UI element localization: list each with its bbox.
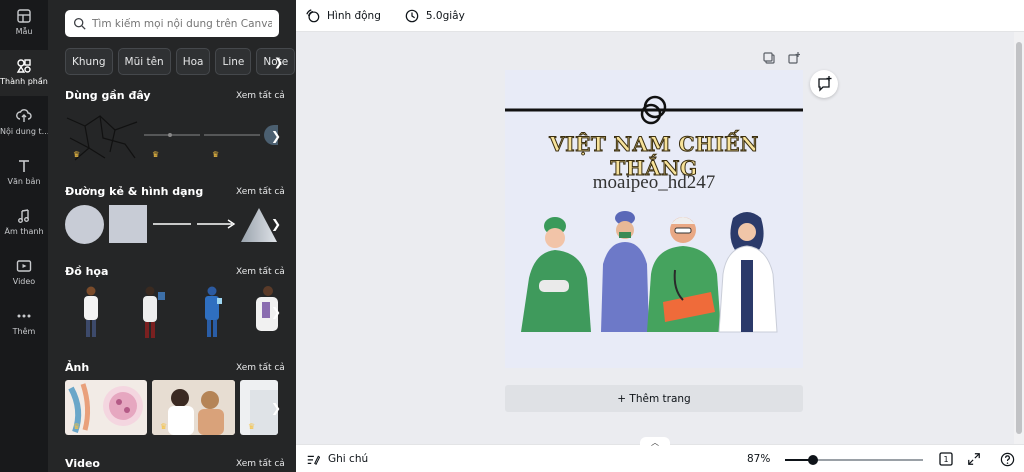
chevron-right-icon[interactable]: ❯: [268, 304, 284, 320]
zoom-slider-knob[interactable]: [807, 455, 818, 465]
duration-label: 5.0giây: [425, 9, 465, 22]
editor-toolbar: Hình động 5.0giây: [296, 0, 1024, 32]
rail-label-text: Văn bản: [7, 177, 41, 186]
crown-icon: ♛: [212, 150, 220, 159]
search-input[interactable]: [92, 17, 272, 30]
help-icon[interactable]: [999, 451, 1015, 467]
chip-flowers[interactable]: Hoa: [175, 48, 211, 75]
chevron-up-icon[interactable]: ︿: [640, 437, 670, 447]
crown-icon: ♛: [73, 150, 81, 159]
medical-team-illustration[interactable]: [515, 208, 793, 336]
graphic-nurse[interactable]: [196, 284, 228, 340]
chevron-right-icon[interactable]: ❯: [268, 128, 284, 144]
animate-button[interactable]: Hình động: [306, 8, 381, 23]
upload-icon: [16, 109, 32, 122]
add-page-button[interactable]: + Thêm trang: [505, 385, 803, 412]
rail-item-templates[interactable]: Mẫu: [0, 0, 48, 46]
rail-label-templates: Mẫu: [15, 27, 33, 36]
notes-label: Ghi chú: [328, 453, 369, 465]
section-title-video: Video: [65, 457, 100, 470]
notes-icon: [307, 455, 320, 466]
duplicate-page-icon[interactable]: [763, 52, 775, 67]
clock-icon: [405, 9, 419, 22]
category-chips: Khung Mũi tên Hoa Line Note: [65, 48, 296, 75]
chevron-right-icon[interactable]: ❯: [268, 400, 284, 416]
graphic-doctor-1[interactable]: [75, 284, 107, 340]
text-icon: [19, 160, 29, 172]
animate-icon: [306, 8, 320, 22]
crown-icon: ♛: [73, 422, 81, 431]
crown-icon: ♛: [152, 150, 160, 159]
more-icon: [17, 314, 31, 318]
section-title-recent: Dùng gần đây: [65, 89, 151, 102]
chip-arrows[interactable]: Mũi tên: [117, 48, 171, 75]
shape-circle[interactable]: [65, 205, 104, 244]
chip-frames[interactable]: Khung: [65, 48, 113, 75]
search-icon: [73, 17, 86, 30]
see-all-video[interactable]: Xem tất cả: [236, 459, 285, 469]
see-all-photos[interactable]: Xem tất cả: [236, 363, 285, 373]
chip-line[interactable]: Line: [215, 48, 252, 75]
zoom-percent[interactable]: 87%: [747, 453, 770, 465]
rail-label-uploads: Nội dung t...: [0, 127, 48, 136]
graphic-doctor-2[interactable]: [136, 284, 168, 340]
comment-plus-icon: [818, 76, 832, 92]
crown-icon: ♛: [160, 422, 168, 431]
shape-square[interactable]: [109, 205, 147, 243]
rail-label-elements: Thành phần: [0, 77, 48, 86]
video-icon: [16, 260, 32, 272]
left-rail: Mẫu Thành phần Nội dung t... Văn bản Âm …: [0, 0, 48, 472]
section-title-photos: Ảnh: [65, 361, 90, 374]
banner-line-decoration: [505, 95, 803, 125]
notes-button[interactable]: Ghi chú: [306, 452, 368, 466]
elements-panel: Khung Mũi tên Hoa Line Note ❯ Dùng gần đ…: [48, 0, 296, 472]
status-bar: ︿ Ghi chú 87% 1: [296, 437, 1024, 472]
see-all-graphics[interactable]: Xem tất cả: [236, 267, 285, 277]
page-count: 1: [943, 454, 949, 464]
template-icon: [17, 9, 31, 23]
page-count-button[interactable]: 1: [938, 451, 954, 467]
rail-item-video[interactable]: Video: [0, 250, 48, 296]
section-title-lines-shapes: Đường kẻ & hình dạng: [65, 185, 204, 198]
rail-item-more[interactable]: Thêm: [0, 300, 48, 346]
add-comment-button[interactable]: [810, 70, 838, 98]
shape-arrow-line[interactable]: [196, 205, 236, 244]
design-page[interactable]: VIỆT NAM CHIẾN THẮNG moaipeo_hd247: [505, 70, 803, 368]
rail-item-uploads[interactable]: Nội dung t...: [0, 100, 48, 146]
rail-item-elements[interactable]: Thành phần: [0, 50, 48, 96]
rail-item-audio[interactable]: Âm thanh: [0, 200, 48, 246]
canvas-area: VIỆT NAM CHIẾN THẮNG moaipeo_hd247 + Thê…: [296, 32, 1014, 444]
see-all-lines-shapes[interactable]: Xem tất cả: [236, 187, 285, 197]
music-icon: [18, 209, 29, 223]
rail-label-video: Video: [12, 277, 36, 286]
search-box[interactable]: [65, 10, 279, 37]
see-all-recent[interactable]: Xem tất cả: [236, 91, 285, 101]
animate-label: Hình động: [327, 9, 381, 22]
chevron-right-icon[interactable]: ❯: [268, 216, 284, 232]
section-title-graphics: Đồ họa: [65, 265, 109, 278]
scrollbar-thumb[interactable]: [1016, 42, 1022, 434]
duration-button[interactable]: 5.0giây: [405, 9, 465, 23]
chevron-right-icon[interactable]: ❯: [274, 56, 283, 69]
rail-item-text[interactable]: Văn bản: [0, 150, 48, 196]
rail-label-more: Thêm: [12, 327, 36, 336]
rail-label-audio: Âm thanh: [4, 227, 44, 236]
zoom-slider[interactable]: [785, 455, 923, 465]
fullscreen-icon[interactable]: [966, 451, 982, 467]
shape-line[interactable]: [152, 205, 192, 244]
canvas-scrollbar[interactable]: [1014, 32, 1024, 444]
crown-icon: ♛: [248, 422, 256, 431]
design-subtitle[interactable]: moaipeo_hd247: [505, 172, 803, 194]
elements-icon: [16, 59, 31, 73]
add-page-icon[interactable]: [788, 52, 800, 67]
